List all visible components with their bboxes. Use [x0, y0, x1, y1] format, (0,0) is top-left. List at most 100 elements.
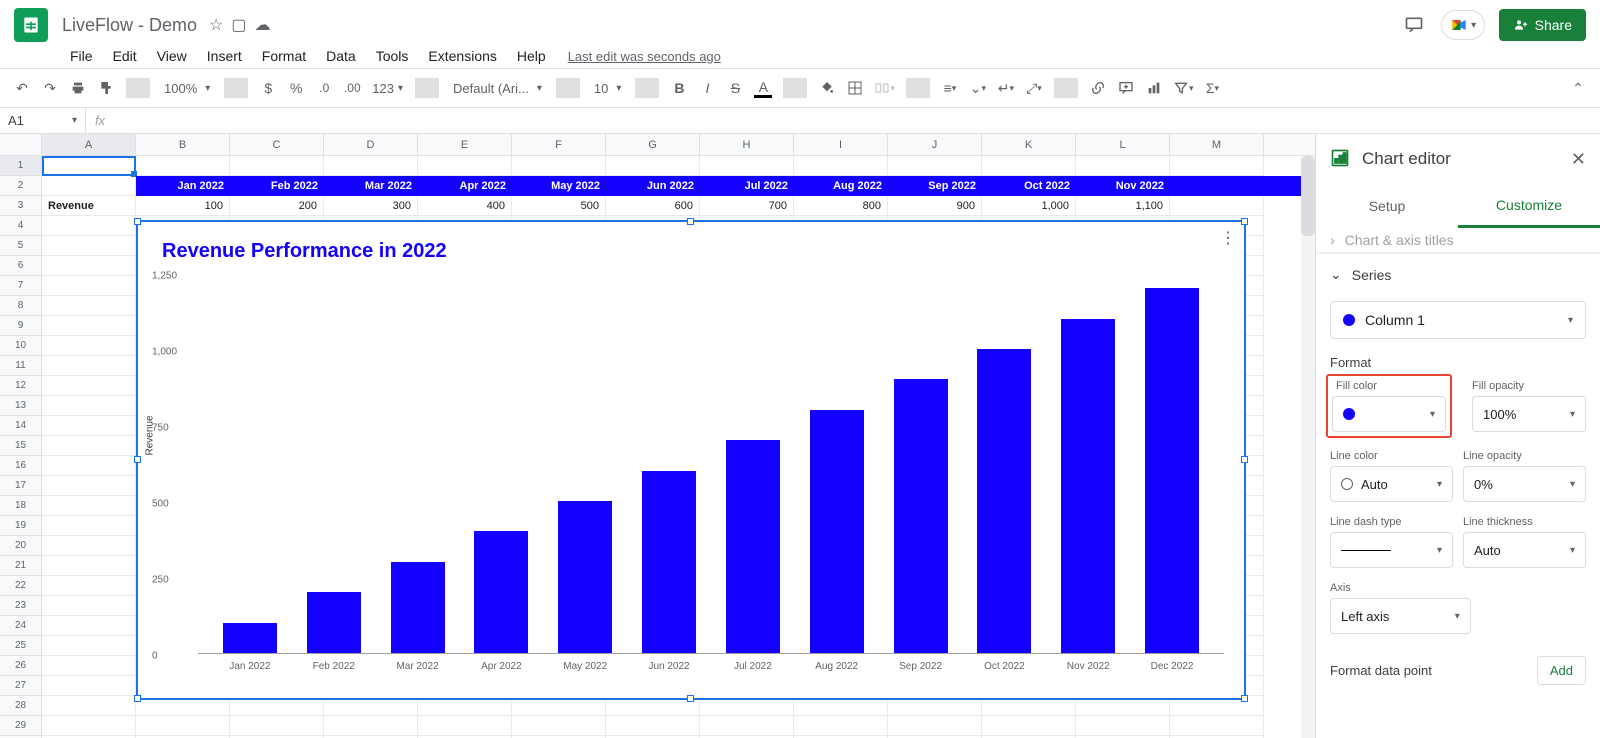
- formula-input[interactable]: [114, 108, 1600, 133]
- menu-data[interactable]: Data: [318, 46, 364, 66]
- insert-comment-button[interactable]: [1114, 76, 1138, 100]
- value-cell[interactable]: 500: [512, 196, 606, 216]
- cloud-status-icon[interactable]: ☁: [255, 15, 271, 35]
- column-header[interactable]: C: [230, 134, 324, 155]
- resize-handle[interactable]: [134, 218, 141, 225]
- add-data-point-button[interactable]: Add: [1537, 656, 1586, 685]
- resize-handle[interactable]: [687, 695, 694, 702]
- row-header[interactable]: 10: [0, 336, 42, 356]
- series-selector[interactable]: Column 1: [1330, 301, 1586, 339]
- row-header[interactable]: 29: [0, 716, 42, 736]
- row-header[interactable]: 19: [0, 516, 42, 536]
- last-edit-link[interactable]: Last edit was seconds ago: [568, 49, 721, 64]
- menu-extensions[interactable]: Extensions: [420, 46, 504, 66]
- italic-button[interactable]: I: [695, 76, 719, 100]
- meet-button[interactable]: ▾: [1441, 10, 1485, 40]
- text-wrap-button[interactable]: ↵▾: [994, 76, 1018, 100]
- column-header[interactable]: I: [794, 134, 888, 155]
- month-header-cell[interactable]: Nov 2022: [1076, 176, 1170, 196]
- value-cell[interactable]: 700: [700, 196, 794, 216]
- resize-handle[interactable]: [1241, 695, 1248, 702]
- line-dash-selector[interactable]: [1330, 532, 1453, 568]
- month-header-cell[interactable]: Jul 2022: [700, 176, 794, 196]
- insert-chart-button[interactable]: [1142, 76, 1166, 100]
- line-thickness-selector[interactable]: Auto: [1463, 532, 1586, 568]
- value-cell[interactable]: 400: [418, 196, 512, 216]
- column-header[interactable]: G: [606, 134, 700, 155]
- resize-handle[interactable]: [1241, 218, 1248, 225]
- fill-color-button[interactable]: [815, 76, 839, 100]
- row-header[interactable]: 20: [0, 536, 42, 556]
- month-header-cell[interactable]: Jan 2022: [136, 176, 230, 196]
- resize-handle[interactable]: [134, 456, 141, 463]
- insert-link-button[interactable]: [1086, 76, 1110, 100]
- menu-file[interactable]: File: [62, 46, 101, 66]
- spreadsheet-grid[interactable]: ABCDEFGHIJKLM 12345678910111213141516171…: [0, 134, 1315, 738]
- bar[interactable]: [894, 379, 948, 653]
- row-header[interactable]: 18: [0, 496, 42, 516]
- decrease-decimal-button[interactable]: .0: [312, 76, 336, 100]
- bar[interactable]: [642, 471, 696, 653]
- value-cell[interactable]: 1,100: [1076, 196, 1170, 216]
- fill-color-selector[interactable]: [1332, 396, 1446, 432]
- value-cell[interactable]: 100: [136, 196, 230, 216]
- chart-menu-icon[interactable]: ⋮: [1220, 228, 1236, 248]
- print-button[interactable]: [66, 76, 90, 100]
- section-series[interactable]: ⌄ Series: [1316, 254, 1600, 295]
- value-cell[interactable]: 600: [606, 196, 700, 216]
- strikethrough-button[interactable]: S: [723, 76, 747, 100]
- row-header[interactable]: 1: [0, 156, 42, 176]
- sheets-logo[interactable]: [14, 8, 48, 42]
- column-header[interactable]: J: [888, 134, 982, 155]
- bold-button[interactable]: B: [667, 76, 691, 100]
- line-color-selector[interactable]: Auto: [1330, 466, 1453, 502]
- column-header[interactable]: E: [418, 134, 512, 155]
- month-header-cell[interactable]: Sep 2022: [888, 176, 982, 196]
- column-header[interactable]: F: [512, 134, 606, 155]
- tab-setup[interactable]: Setup: [1316, 184, 1458, 228]
- value-cell[interactable]: 800: [794, 196, 888, 216]
- row-header[interactable]: 27: [0, 676, 42, 696]
- number-format-dropdown[interactable]: 123: [368, 81, 407, 96]
- column-header[interactable]: H: [700, 134, 794, 155]
- row-header[interactable]: 4: [0, 216, 42, 236]
- tab-customize[interactable]: Customize: [1458, 184, 1600, 228]
- month-header-cell[interactable]: Aug 2022: [794, 176, 888, 196]
- close-icon[interactable]: ✕: [1571, 149, 1586, 170]
- font-size-dropdown[interactable]: 10: [588, 76, 628, 100]
- paint-format-button[interactable]: [94, 76, 118, 100]
- currency-button[interactable]: $: [256, 76, 280, 100]
- bar[interactable]: [391, 562, 445, 653]
- bar[interactable]: [1061, 319, 1115, 653]
- bar[interactable]: [810, 410, 864, 653]
- scroll-thumb[interactable]: [1301, 156, 1315, 236]
- toolbar-collapse-button[interactable]: ⌃: [1566, 76, 1590, 100]
- row-header[interactable]: 6: [0, 256, 42, 276]
- increase-decimal-button[interactable]: .00: [340, 76, 364, 100]
- column-header[interactable]: M: [1170, 134, 1264, 155]
- month-header-cell[interactable]: Feb 2022: [230, 176, 324, 196]
- bar[interactable]: [307, 592, 361, 653]
- resize-handle[interactable]: [134, 695, 141, 702]
- axis-selector[interactable]: Left axis: [1330, 598, 1471, 634]
- line-opacity-selector[interactable]: 0%: [1463, 466, 1586, 502]
- value-cell[interactable]: 900: [888, 196, 982, 216]
- row-header[interactable]: 9: [0, 316, 42, 336]
- name-box[interactable]: A1: [0, 108, 86, 133]
- row-header[interactable]: 11: [0, 356, 42, 376]
- font-dropdown[interactable]: Default (Ari...: [447, 76, 548, 100]
- row-header[interactable]: 22: [0, 576, 42, 596]
- row-header[interactable]: 14: [0, 416, 42, 436]
- star-icon[interactable]: ☆: [209, 15, 223, 35]
- value-cell[interactable]: 300: [324, 196, 418, 216]
- row-header[interactable]: 24: [0, 616, 42, 636]
- row-header[interactable]: 12: [0, 376, 42, 396]
- month-header-cell[interactable]: May 2022: [512, 176, 606, 196]
- filter-button[interactable]: ▾: [1170, 76, 1197, 100]
- embedded-chart[interactable]: ⋮ Revenue Performance in 2022 Revenue 02…: [136, 220, 1246, 700]
- month-header-cell[interactable]: Apr 2022: [418, 176, 512, 196]
- row-header[interactable]: 2: [0, 176, 42, 196]
- month-header-cell[interactable]: Oct 2022: [982, 176, 1076, 196]
- month-header-cell[interactable]: Mar 2022: [324, 176, 418, 196]
- menu-edit[interactable]: Edit: [105, 46, 145, 66]
